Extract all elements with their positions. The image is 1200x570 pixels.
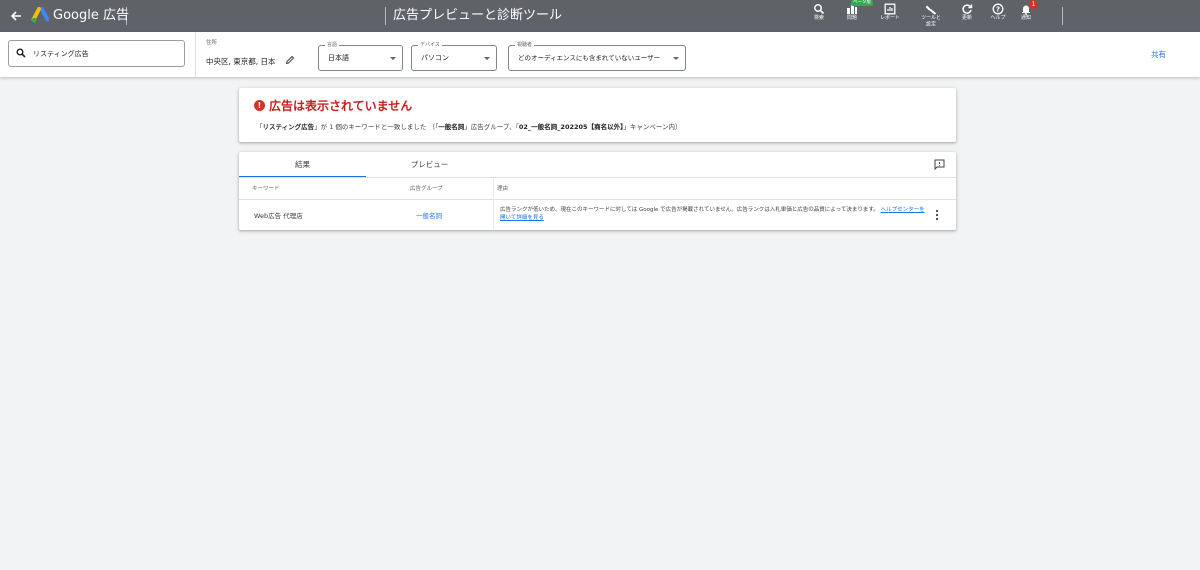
- location-label: 住所: [206, 40, 218, 46]
- column-header-keyword: キーワード: [252, 186, 280, 192]
- feedback-icon[interactable]: [934, 159, 945, 170]
- toolbar-issues[interactable]: ベータ版 問題: [837, 0, 873, 32]
- toolbar-refresh[interactable]: 更新: [952, 2, 982, 32]
- column-header-ad-group: 広告グループ: [410, 186, 443, 192]
- search-input[interactable]: [33, 46, 178, 61]
- device-select[interactable]: デバイス パソコン: [411, 41, 497, 71]
- tab-results[interactable]: 結果: [239, 152, 366, 177]
- status-campaign: 02_一般名詞_202205【商名以外】: [518, 123, 624, 131]
- beta-badge: ベータ版: [851, 0, 873, 6]
- results-card: 結果 プレビュー キーワード 広告グループ 理由 Web広告 代理店 一般名詞 …: [239, 152, 956, 230]
- status-text: 」キャンペーン内）: [623, 123, 682, 131]
- row-ad-group-link[interactable]: 一般名詞: [416, 210, 442, 220]
- share-button[interactable]: 共有: [1151, 49, 1166, 60]
- toolbar-label: 更新: [962, 15, 972, 21]
- svg-text:?: ?: [996, 6, 1000, 14]
- error-icon: !: [254, 100, 265, 111]
- tab-preview[interactable]: プレビュー: [366, 152, 493, 177]
- notification-count-badge: 1: [1029, 0, 1038, 9]
- status-text: 」広告グループ、「: [464, 123, 519, 131]
- status-text: 」が 1 個のキーワードと一致しました （「: [314, 123, 439, 131]
- row-keyword: Web広告 代理店: [254, 212, 303, 220]
- status-ad-group: 一般名詞: [438, 123, 465, 131]
- audience-select[interactable]: 視聴者 どのオーディエンスにも含まれていないユーザー: [508, 41, 686, 71]
- filter-bar: 住所 中央区, 東京都, 日本 言語 日本語 デバイス パソコン 視聴者 どのオ…: [0, 32, 1200, 77]
- toolbar-label: ヘルプ: [990, 15, 1006, 21]
- location-value: 中央区, 東京都, 日本: [206, 57, 276, 66]
- chevron-down-icon: [484, 57, 490, 60]
- row-reason: 広告ランクが低いため、現在このキーワードに対しては Google で広告が掲載さ…: [500, 206, 925, 222]
- wrench-icon: [925, 5, 937, 15]
- page-title: 広告プレビューと診断ツール: [393, 8, 563, 23]
- device-select-value: パソコン: [421, 54, 449, 62]
- status-card: ! 広告は表示されていません 「リスティング広告」が 1 個のキーワードと一致し…: [239, 88, 956, 142]
- language-select[interactable]: 言語 日本語: [318, 41, 403, 71]
- toolbar-help[interactable]: ? ヘルプ: [983, 2, 1013, 32]
- audience-select-label: 視聴者: [515, 41, 535, 49]
- help-icon: ?: [992, 3, 1004, 15]
- toolbar-label: レポート: [880, 15, 900, 21]
- more-vert-icon[interactable]: [935, 209, 939, 221]
- audience-select-value: どのオーディエンスにも含まれていないユーザー: [518, 54, 661, 62]
- app-name: Google 広告: [53, 8, 129, 23]
- language-select-value: 日本語: [328, 54, 349, 62]
- toolbar-label: 問題: [847, 15, 857, 21]
- toolbar-reports[interactable]: レポート: [875, 2, 905, 32]
- toolbar-label: 通知: [1021, 15, 1031, 21]
- top-bar: Google 広告 広告プレビューと診断ツール 検索 ベータ版 問題 レポート …: [0, 0, 1200, 32]
- column-header-reason: 理由: [497, 186, 509, 192]
- status-title: 広告は表示されていません: [269, 99, 413, 113]
- divider: [1062, 7, 1063, 25]
- language-select-label: 言語: [325, 41, 340, 49]
- search-box[interactable]: [8, 40, 185, 67]
- device-select-label: デバイス: [418, 41, 442, 49]
- back-arrow-icon[interactable]: [8, 8, 24, 24]
- divider: [385, 7, 386, 25]
- divider: [239, 177, 956, 178]
- column-divider: [493, 178, 494, 230]
- report-icon: [884, 3, 896, 15]
- toolbar-notifications[interactable]: 1 通知: [1011, 0, 1041, 32]
- status-keyword: リスティング広告: [262, 123, 315, 131]
- divider: [239, 199, 956, 200]
- status-description: 「リスティング広告」が 1 個のキーワードと一致しました （「一般名詞」広告グル…: [256, 121, 682, 131]
- chevron-down-icon: [673, 57, 679, 60]
- toolbar-label: ツールと 設定: [921, 15, 941, 27]
- toolbar-tools[interactable]: ツールと 設定: [915, 2, 947, 32]
- toolbar-search[interactable]: 検索: [804, 2, 834, 32]
- google-ads-logo-icon: [31, 7, 49, 23]
- pencil-icon[interactable]: [285, 55, 295, 65]
- reason-text: 広告ランクが低いため、現在このキーワードに対しては Google で広告が掲載さ…: [500, 207, 879, 213]
- divider: [195, 32, 196, 77]
- search-icon: [814, 4, 825, 15]
- chevron-down-icon: [390, 57, 396, 60]
- toolbar-label: 検索: [814, 15, 824, 21]
- divider: [126, 7, 127, 25]
- search-icon: [16, 48, 26, 58]
- refresh-icon: [962, 4, 973, 14]
